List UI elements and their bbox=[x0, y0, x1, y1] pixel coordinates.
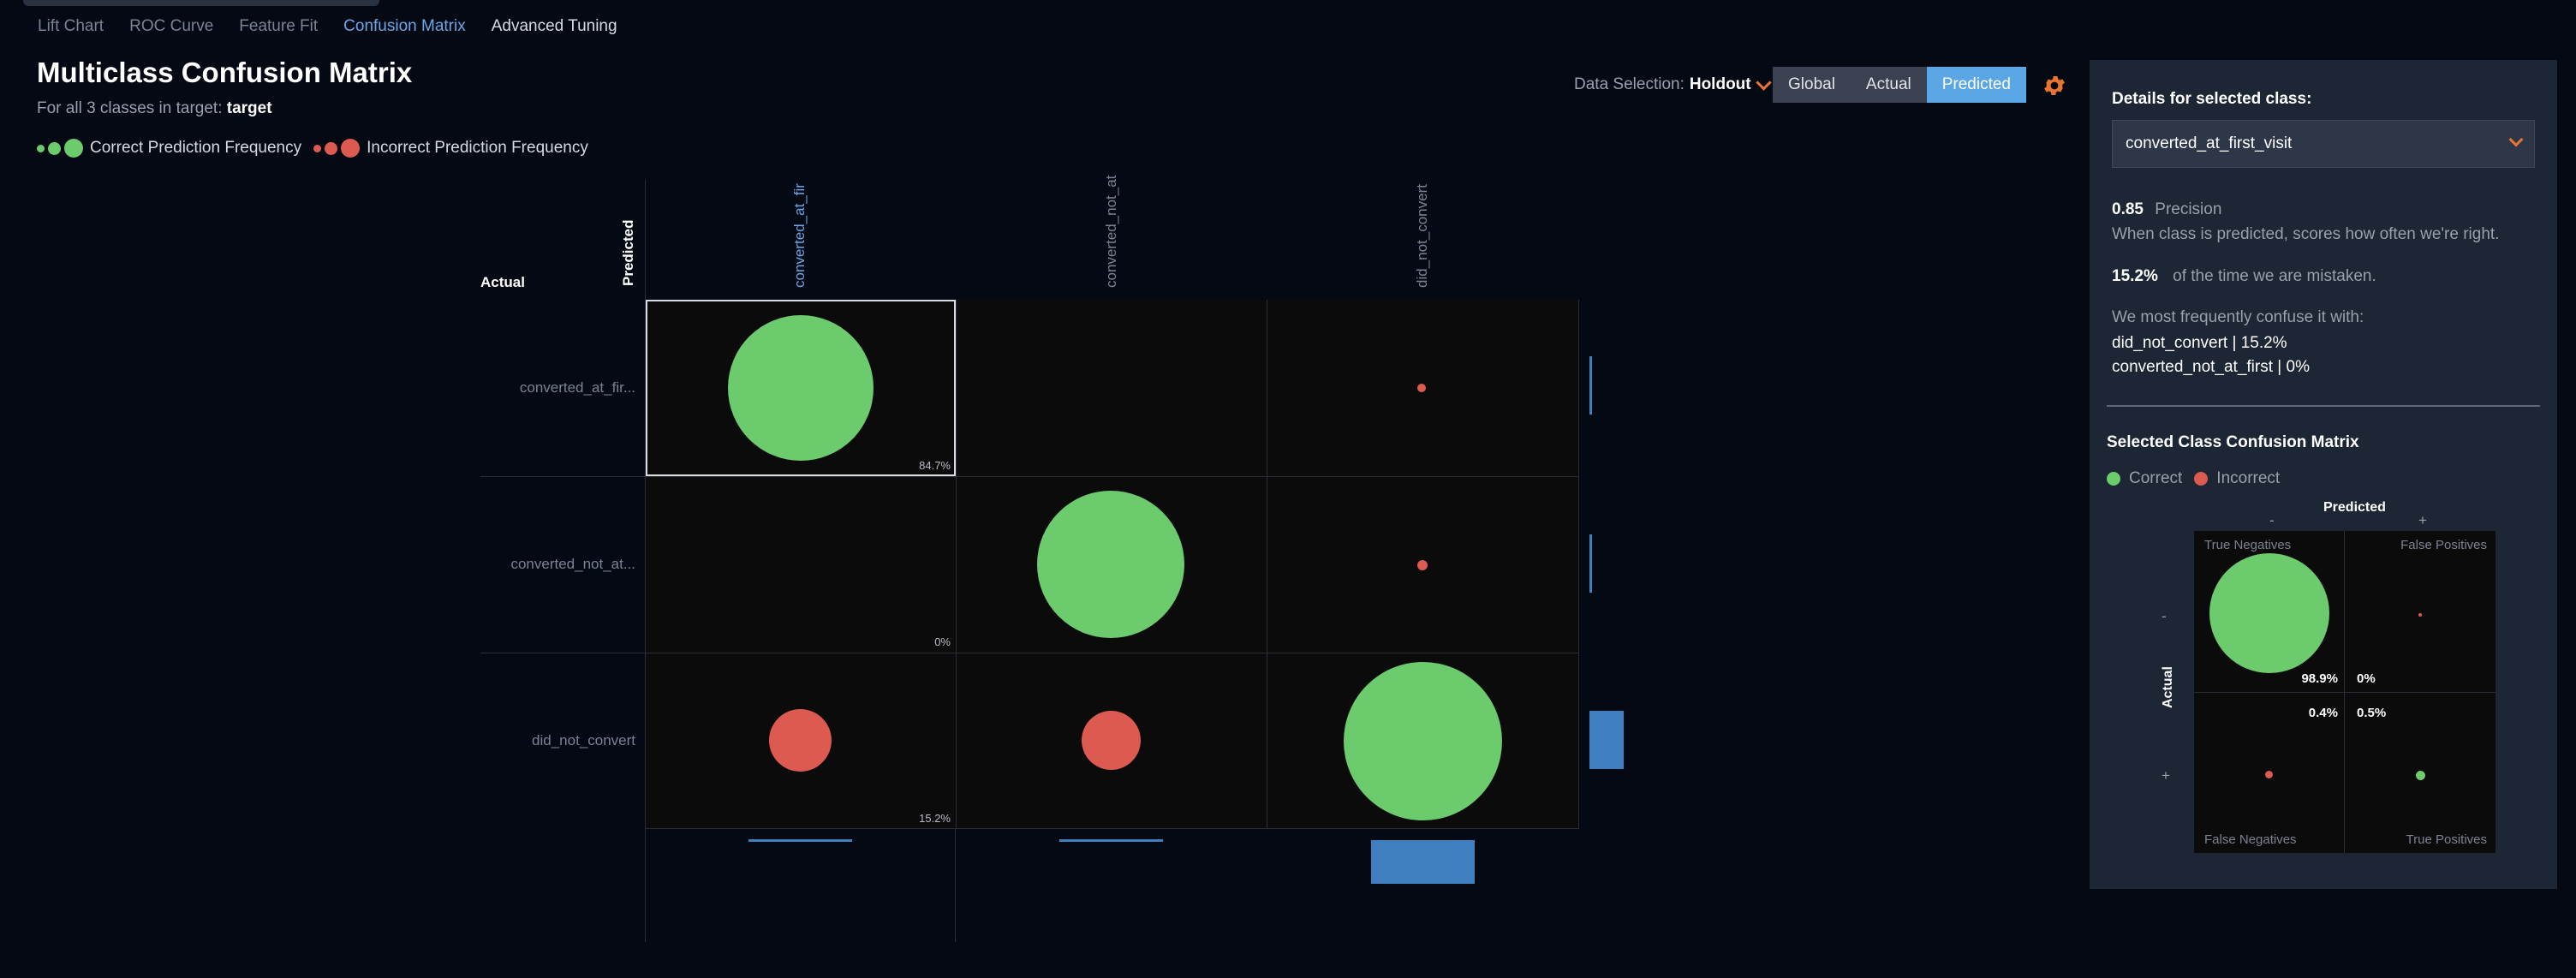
tab-confusion-matrix[interactable]: Confusion Matrix bbox=[343, 17, 466, 36]
details-heading: Details for selected class: bbox=[2112, 90, 2312, 108]
tab-lift-chart[interactable]: Lift Chart bbox=[38, 17, 104, 36]
details-panel: Details for selected class: converted_at… bbox=[2090, 60, 2557, 889]
data-selection-dropdown[interactable]: Data Selection: Holdout bbox=[1574, 74, 1772, 94]
confuse-item: converted_not_at_first | 0% bbox=[2112, 358, 2310, 376]
incorrect-dot-small-icon bbox=[313, 144, 322, 152]
class-selector-dropdown[interactable]: converted_at_first_visit bbox=[2112, 120, 2535, 168]
tp-percent: 0.5% bbox=[2357, 706, 2387, 720]
row-2-total-bar bbox=[1589, 711, 1624, 769]
mini-col-minus: - bbox=[2269, 512, 2275, 528]
actual-axis-label: Actual bbox=[480, 274, 525, 290]
fn-percent: 0.4% bbox=[2308, 706, 2338, 720]
cell-2-1-incorrect-bubble[interactable] bbox=[1082, 711, 1141, 770]
correct-legend-label: Correct Prediction Frequency bbox=[90, 139, 302, 157]
page-subtitle: For all 3 classes in target: target bbox=[37, 99, 272, 118]
correct-dot-small-icon bbox=[37, 144, 45, 152]
confuse-heading: We most frequently confuse it with: bbox=[2112, 308, 2364, 326]
selected-matrix-legend: Correct Incorrect bbox=[2107, 469, 2280, 488]
tab-roc-curve[interactable]: ROC Curve bbox=[129, 17, 213, 36]
view-toggle: Global Actual Predicted bbox=[1773, 67, 2027, 103]
row-label-converted-at-first[interactable]: converted_at_fir... bbox=[480, 379, 635, 397]
row-label-did-not-convert[interactable]: did_not_convert bbox=[480, 732, 635, 749]
cell-1-2-incorrect-bubble[interactable] bbox=[1417, 560, 1428, 570]
col-2-total-bar bbox=[1371, 840, 1475, 884]
tp-bubble[interactable] bbox=[2416, 771, 2425, 780]
tp-label: True Positives bbox=[2406, 832, 2487, 847]
toggle-actual[interactable]: Actual bbox=[1850, 67, 1927, 103]
row-label-converted-not-at-first[interactable]: converted_not_at... bbox=[480, 556, 635, 573]
chevron-down-icon bbox=[1755, 74, 1772, 91]
col-label-converted-not-at-first[interactable]: converted_not_at bbox=[1103, 176, 1120, 288]
target-name: target bbox=[226, 99, 272, 117]
precision-label: Precision bbox=[2155, 200, 2222, 218]
cell-1-1-correct-bubble[interactable] bbox=[1037, 491, 1184, 638]
tn-label: True Negatives bbox=[2204, 538, 2292, 552]
col-0-total-bar bbox=[748, 839, 852, 842]
row-0-total-bar bbox=[1589, 356, 1592, 414]
chevron-down-icon bbox=[2508, 132, 2524, 147]
mini-row-plus: + bbox=[2162, 767, 2170, 784]
fn-label: False Negatives bbox=[2204, 832, 2297, 847]
grid-divider bbox=[955, 829, 956, 942]
selected-matrix-heading: Selected Class Confusion Matrix bbox=[2107, 433, 2359, 451]
row-0-percent: 84.7% bbox=[919, 459, 951, 472]
correct-dot-large-icon bbox=[64, 139, 83, 158]
row-divider bbox=[480, 476, 645, 477]
cell-0-0-correct-bubble[interactable] bbox=[728, 315, 874, 461]
page-title: Multiclass Confusion Matrix bbox=[37, 57, 413, 88]
precision-description: When class is predicted, scores how ofte… bbox=[2112, 225, 2500, 243]
fp-label: False Positives bbox=[2400, 538, 2487, 552]
mini-row-minus: - bbox=[2162, 608, 2167, 624]
legend-incorrect: Incorrect bbox=[2216, 469, 2281, 487]
tn-percent: 98.9% bbox=[2301, 671, 2338, 686]
section-divider bbox=[2107, 405, 2540, 407]
precision-value: 0.85 bbox=[2112, 200, 2144, 218]
fp-percent: 0% bbox=[2357, 671, 2376, 686]
fp-bubble[interactable] bbox=[2418, 613, 2422, 617]
legend-correct: Correct bbox=[2129, 469, 2183, 487]
data-selection-label: Data Selection: bbox=[1574, 75, 1685, 93]
tab-bar: Lift Chart ROC Curve Feature Fit Confusi… bbox=[38, 17, 643, 36]
incorrect-dot-icon bbox=[2194, 472, 2209, 486]
correct-dot-icon bbox=[2107, 472, 2120, 486]
subtitle-prefix: For all 3 classes in target: bbox=[37, 99, 223, 117]
confuse-item: did_not_convert | 15.2% bbox=[2112, 334, 2287, 352]
incorrect-dot-medium-icon bbox=[325, 141, 338, 155]
incorrect-legend-label: Incorrect Prediction Frequency bbox=[367, 139, 588, 157]
class-selector-value: converted_at_first_visit bbox=[2126, 134, 2293, 152]
tab-advanced-tuning[interactable]: Advanced Tuning bbox=[492, 17, 617, 36]
top-scroll-indicator bbox=[23, 0, 379, 6]
col-label-did-not-convert[interactable]: did_not_convert bbox=[1414, 184, 1431, 288]
mini-col-plus: + bbox=[2418, 512, 2427, 528]
frequency-legend: Correct Prediction Frequency Incorrect P… bbox=[37, 139, 588, 158]
col-label-converted-at-first[interactable]: converted_at_fir bbox=[791, 183, 808, 288]
row-1-percent: 0% bbox=[934, 635, 951, 648]
fn-bubble[interactable] bbox=[2265, 771, 2273, 778]
row-2-percent: 15.2% bbox=[919, 812, 951, 825]
row-1-total-bar bbox=[1589, 534, 1592, 593]
cell-2-2-correct-bubble[interactable] bbox=[1344, 662, 1502, 820]
incorrect-dot-large-icon bbox=[341, 139, 361, 158]
mistaken-value: 15.2% bbox=[2112, 267, 2158, 285]
mini-confusion-matrix: True Negatives False Positives False Neg… bbox=[2194, 531, 2496, 853]
cell-2-0-incorrect-bubble[interactable] bbox=[769, 709, 832, 772]
mini-actual-label: Actual bbox=[2161, 666, 2175, 708]
mini-predicted-label: Predicted bbox=[2323, 500, 2386, 515]
col-1-total-bar bbox=[1059, 839, 1163, 842]
gear-icon[interactable] bbox=[2042, 73, 2067, 98]
toggle-global[interactable]: Global bbox=[1773, 67, 1851, 103]
tab-feature-fit[interactable]: Feature Fit bbox=[239, 17, 318, 36]
tn-bubble[interactable] bbox=[2209, 553, 2329, 673]
toggle-predicted[interactable]: Predicted bbox=[1926, 67, 2027, 103]
cell-0-2-incorrect-bubble[interactable] bbox=[1417, 384, 1426, 392]
mistaken-label: of the time we are mistaken. bbox=[2173, 267, 2376, 285]
confusion-matrix-grid: 84.7% 0% 15.2% bbox=[646, 300, 1579, 829]
data-selection-value: Holdout bbox=[1689, 75, 1751, 93]
correct-dot-medium-icon bbox=[48, 141, 61, 155]
predicted-axis-label: Predicted bbox=[620, 219, 636, 286]
